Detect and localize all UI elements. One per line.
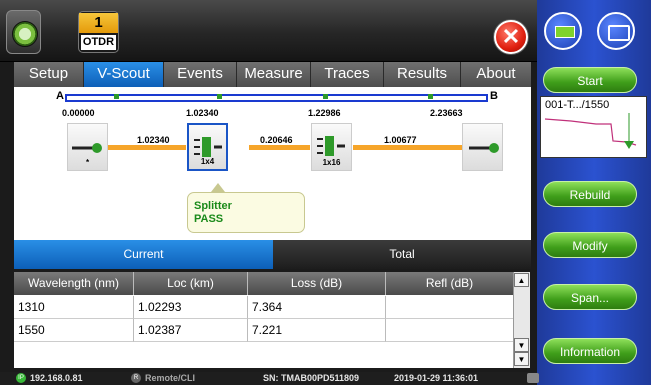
tab-results[interactable]: Results bbox=[384, 62, 461, 87]
ip-address: 192.168.0.81 bbox=[30, 373, 83, 383]
position-value: 2.23663 bbox=[430, 108, 463, 118]
table-cell bbox=[386, 319, 513, 342]
information-button[interactable]: Information bbox=[543, 338, 637, 364]
current-toggle[interactable]: Current bbox=[14, 240, 273, 269]
link-end-a: A bbox=[56, 90, 64, 102]
start-button[interactable]: Start bbox=[543, 67, 637, 93]
app-menu-button[interactable] bbox=[6, 10, 41, 54]
ip-badge: IP bbox=[16, 373, 26, 383]
fiber-segment bbox=[353, 145, 462, 150]
event-label: * bbox=[85, 158, 90, 167]
event-label: 1x16 bbox=[322, 158, 341, 167]
event-end[interactable] bbox=[462, 123, 503, 171]
tab-traces[interactable]: Traces bbox=[311, 62, 384, 87]
segment-length: 0.20646 bbox=[260, 135, 293, 145]
tab-v-scout[interactable]: V-Scout bbox=[84, 62, 164, 87]
tab-about[interactable]: About bbox=[461, 62, 531, 87]
remote-badge: R bbox=[131, 373, 141, 383]
scroll-up-icon[interactable]: ▲ bbox=[514, 273, 529, 287]
date-time: 2019-01-29 11:36:01 bbox=[394, 373, 479, 383]
folder-icon[interactable] bbox=[597, 12, 635, 50]
position-value: 0.00000 bbox=[62, 108, 95, 118]
callout-status: PASS bbox=[194, 213, 224, 225]
column-header: Loc (km) bbox=[134, 272, 248, 295]
otdr-number: 1 bbox=[79, 13, 118, 33]
table-cell: 7.364 bbox=[248, 296, 386, 319]
callout-pointer bbox=[211, 183, 225, 192]
app-logo-icon bbox=[12, 21, 38, 47]
fiber-segment bbox=[108, 145, 186, 150]
table-cell bbox=[386, 296, 513, 319]
modify-button[interactable]: Modify bbox=[543, 232, 637, 258]
link-overview-bar[interactable] bbox=[65, 94, 488, 102]
column-header: Loss (dB) bbox=[248, 272, 386, 295]
end-connector-icon bbox=[469, 143, 499, 153]
tab-events[interactable]: Events bbox=[164, 62, 237, 87]
event-marker bbox=[217, 94, 222, 99]
segment-length: 1.00677 bbox=[384, 135, 417, 145]
position-value: 1.02340 bbox=[186, 108, 219, 118]
event-marker bbox=[323, 94, 328, 99]
event-marker bbox=[114, 94, 119, 99]
scroll-down-icon[interactable]: ▼ bbox=[514, 338, 529, 352]
position-value: 1.22986 bbox=[308, 108, 341, 118]
table-cell: 1550 bbox=[14, 319, 134, 342]
event-label: 1x4 bbox=[200, 157, 215, 166]
span-button[interactable]: Span... bbox=[543, 284, 637, 310]
link-end-b: B bbox=[490, 90, 498, 102]
trace-preview-icon bbox=[544, 113, 637, 149]
event-callout: Splitter PASS bbox=[187, 192, 305, 233]
remote-status: Remote/CLI bbox=[145, 373, 196, 383]
segment-length: 1.02340 bbox=[137, 135, 170, 145]
fiber-segment bbox=[249, 145, 310, 150]
status-icon bbox=[527, 373, 539, 383]
total-toggle[interactable]: Total bbox=[273, 240, 531, 269]
column-header: Refl (dB) bbox=[425, 276, 474, 290]
trace-thumbnail[interactable]: 001-T.../1550 bbox=[540, 96, 647, 158]
event-marker bbox=[428, 94, 433, 99]
column-header: Wavelength (nm) bbox=[14, 272, 134, 295]
battery-icon[interactable] bbox=[544, 12, 582, 50]
tab-setup[interactable]: Setup bbox=[14, 62, 84, 87]
rebuild-button[interactable]: Rebuild bbox=[543, 181, 637, 207]
tab-measure[interactable]: Measure bbox=[237, 62, 311, 87]
table-cell: 1.02293 bbox=[134, 296, 248, 319]
otdr-label: OTDR bbox=[81, 35, 116, 50]
event-splitter-1x4[interactable]: 1x4 bbox=[187, 123, 228, 171]
table-cell: 1310 bbox=[14, 296, 134, 319]
otdr-module-button[interactable]: 1 OTDR bbox=[78, 11, 119, 53]
callout-title: Splitter bbox=[194, 200, 232, 212]
event-launch[interactable]: * bbox=[67, 123, 108, 171]
scroll-end-icon[interactable]: ▼ bbox=[514, 352, 529, 366]
close-icon[interactable]: ✕ bbox=[494, 20, 528, 54]
event-splitter-1x16[interactable]: 1x16 bbox=[311, 123, 352, 171]
table-cell: 1.02387 bbox=[134, 319, 248, 342]
table-cell: 7.221 bbox=[248, 319, 386, 342]
serial-number: SN: TMAB00PD511809 bbox=[263, 373, 360, 383]
